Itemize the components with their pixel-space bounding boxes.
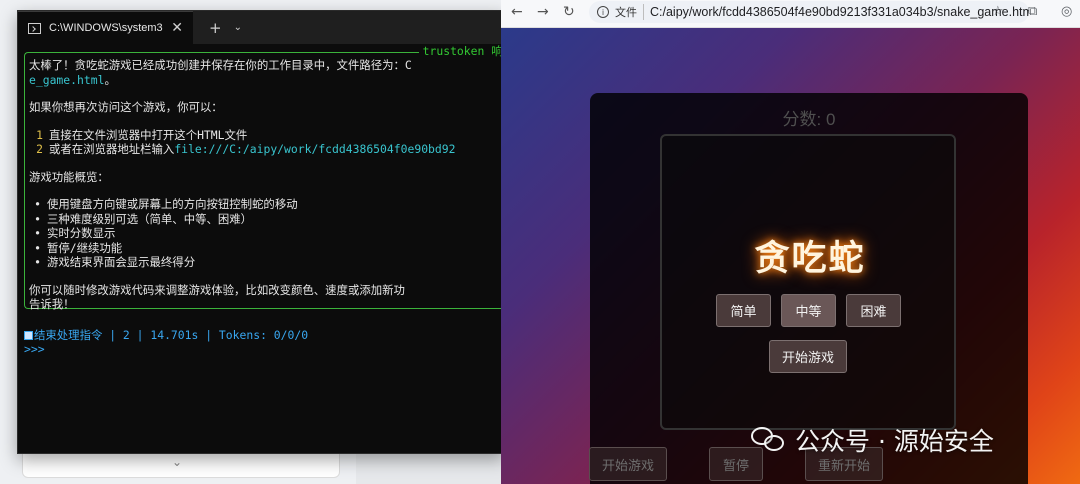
step-item: 2 或者在浏览器地址栏输入file:///C:/aipy/work/fcdd438… <box>29 142 504 157</box>
feature-text: 暂停/继续功能 <box>47 240 123 255</box>
step-number: 1 <box>36 127 43 142</box>
response-line: 告诉我！ <box>29 297 75 311</box>
step-text: 直接在文件浏览器中打开这个HTML文件 <box>49 127 248 142</box>
watermark-text: 公众号 · 源始安全 <box>795 427 994 456</box>
difficulty-medium-button[interactable]: 中等 <box>781 294 836 327</box>
bookmark-star-icon[interactable]: ☆ <box>992 4 1004 19</box>
bottom-start-button[interactable]: 开始游戏 <box>589 447 667 481</box>
response-line: e_game.html。 <box>29 72 504 88</box>
wechat-icon <box>751 427 787 453</box>
step-item: 1 直接在文件浏览器中打开这个HTML文件 <box>29 127 504 143</box>
browser-window: ← → ↻ i 文件 C:/aipy/work/fcdd4386504f4e90… <box>501 0 1080 484</box>
difficulty-easy-button[interactable]: 简单 <box>716 294 771 327</box>
difficulty-hard-button[interactable]: 困难 <box>846 294 901 327</box>
tab-title: C:\WINDOWS\system32\cmd.e <box>49 22 163 34</box>
page-viewport: 分数: 0 贪吃蛇 简单 中等 困难 开始游戏 开始游戏 暂停 重新开始 公众号… <box>501 28 1080 484</box>
tab-dropdown-button[interactable]: ⌄ <box>234 22 242 33</box>
address-bar[interactable]: i 文件 C:/aipy/work/fcdd4386504f4e90bd9213… <box>589 1 1029 23</box>
status-text: 结束处理指令 | 2 | 14.701s | Tokens: 0/0/0 <box>34 328 309 342</box>
file-link[interactable]: e_game.html <box>29 73 104 87</box>
score-display: 分数: 0 <box>782 110 836 129</box>
feature-text: 三种难度级别可选（简单、中等、困难） <box>47 211 253 226</box>
status-line: 结束处理指令 | 2 | 14.701s | Tokens: 0/0/0 <box>24 328 504 342</box>
bullet: • <box>34 240 41 255</box>
file-url-link[interactable]: file:///C:/aipy/work/fcdd4386504f0e90bd9… <box>174 142 455 156</box>
features-title: 游戏功能概览： <box>29 169 109 184</box>
back-icon[interactable]: ← <box>511 4 523 20</box>
feature-item: • 三种难度级别可选（简单、中等、困难） <box>29 211 504 227</box>
new-tab-button[interactable]: + <box>209 19 222 37</box>
response-line: 你可以随时修改游戏代码来调整游戏体验，比如改变颜色、速度或添加新功 <box>29 282 405 297</box>
address-url[interactable]: C:/aipy/work/fcdd4386504f4e90bd9213f331a… <box>650 5 1029 19</box>
profile-icon[interactable]: ◎ <box>1061 4 1072 19</box>
feature-item: • 使用键盘方向键或屏幕上的方向按钮控制蛇的移动 <box>29 197 504 212</box>
terminal-icon <box>28 22 41 34</box>
chevron-down-icon[interactable]: ⌄ <box>172 455 182 469</box>
start-game-button[interactable]: 开始游戏 <box>769 340 847 373</box>
response-box: trustoken 响应 太棒了！贪吃蛇游戏已经成功创建并保存在你的工作目录中，… <box>24 44 504 311</box>
browser-toolbar: ← → ↻ i 文件 C:/aipy/work/fcdd4386504f4e90… <box>501 0 1080 28</box>
step-text: 或者在浏览器地址栏输入 <box>49 142 175 156</box>
info-icon[interactable]: i <box>597 6 609 18</box>
extensions-icon[interactable]: ⧉ <box>1028 4 1037 19</box>
terminal-titlebar: C:\WINDOWS\system32\cmd.e ✕ + ⌄ <box>18 11 504 44</box>
terminal-output: trustoken 响应 太棒了！贪吃蛇游戏已经成功创建并保存在你的工作目录中，… <box>18 44 504 356</box>
feature-text: 使用键盘方向键或屏幕上的方向按钮控制蛇的移动 <box>47 197 298 211</box>
feature-item: • 暂停/继续功能 <box>29 240 504 256</box>
feature-text: 游戏结束界面会显示最终得分 <box>47 255 196 269</box>
watermark: 公众号 · 源始安全 <box>751 422 994 458</box>
reload-icon[interactable]: ↻ <box>563 4 575 20</box>
feature-text: 实时分数显示 <box>47 226 116 240</box>
bullet: • <box>34 226 41 240</box>
step-number: 2 <box>36 142 43 156</box>
bullet: • <box>34 197 41 211</box>
feature-item: • 游戏结束界面会显示最终得分 <box>29 255 504 270</box>
bullet: • <box>34 211 41 226</box>
response-label: trustoken 响应 <box>418 44 504 59</box>
game-board[interactable]: 贪吃蛇 简单 中等 困难 开始游戏 <box>660 134 956 430</box>
close-icon[interactable]: ✕ <box>171 20 183 36</box>
command-prompt[interactable]: >>> <box>24 342 504 356</box>
desktop: ⌄ C:\WINDOWS\system32\cmd.e ✕ + ⌄ trusto… <box>0 0 1080 484</box>
response-line: 如果你想再次访问这个游戏，你可以： <box>29 100 223 114</box>
response-text: 。 <box>104 72 116 87</box>
address-scheme-label: 文件 <box>615 4 644 20</box>
terminal-tab[interactable]: C:\WINDOWS\system32\cmd.e ✕ <box>18 11 193 44</box>
terminal-window: C:\WINDOWS\system32\cmd.e ✕ + ⌄ trustoke… <box>17 10 505 454</box>
response-line: 太棒了！贪吃蛇游戏已经成功创建并保存在你的工作目录中，文件路径为：C <box>29 58 412 72</box>
game-title: 贪吃蛇 <box>754 239 866 279</box>
bullet: • <box>34 255 41 269</box>
forward-icon[interactable]: → <box>537 4 549 20</box>
stop-icon <box>24 331 33 340</box>
feature-item: • 实时分数显示 <box>29 226 504 241</box>
